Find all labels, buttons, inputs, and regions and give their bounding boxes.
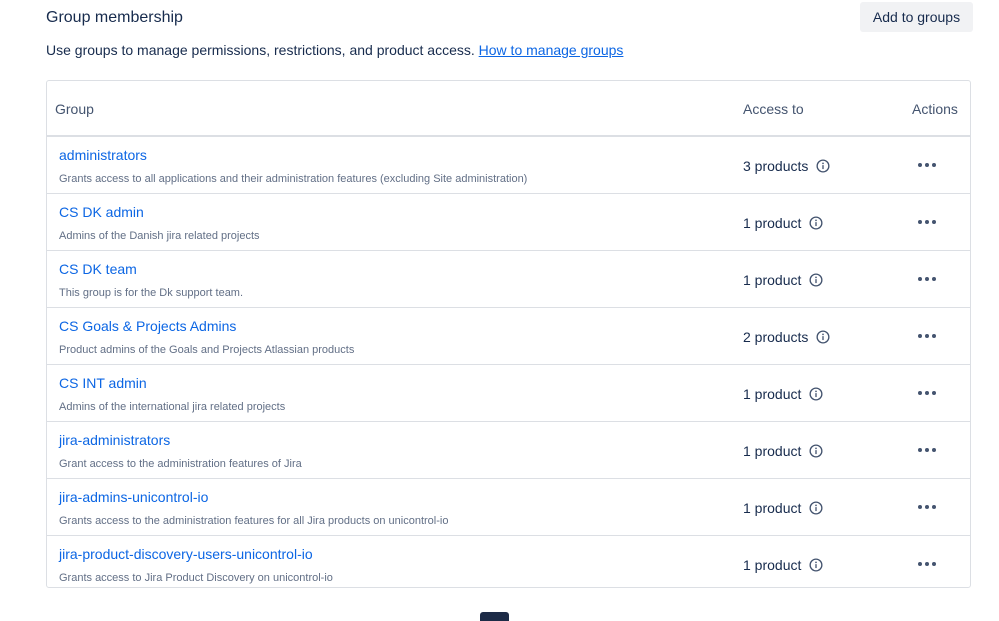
access-count: 1 product: [743, 272, 802, 288]
group-name-link[interactable]: CS INT admin: [59, 374, 147, 392]
access-count: 1 product: [743, 215, 802, 231]
info-icon[interactable]: [809, 387, 823, 401]
table-row: administrators Grants access to all appl…: [47, 137, 970, 194]
info-icon[interactable]: [809, 444, 823, 458]
group-name-link[interactable]: CS Goals & Projects Admins: [59, 317, 236, 335]
info-icon[interactable]: [809, 273, 823, 287]
more-actions-icon[interactable]: [910, 496, 944, 518]
access-cell: 1 product: [743, 442, 823, 460]
table-row: CS DK admin Admins of the Danish jira re…: [47, 194, 970, 251]
access-count: 1 product: [743, 443, 802, 459]
more-actions-icon[interactable]: [910, 154, 944, 176]
group-description: This group is for the Dk support team.: [59, 287, 244, 299]
group-name-link[interactable]: administrators: [59, 146, 147, 164]
group-name-link[interactable]: jira-product-discovery-users-unicontrol-…: [59, 545, 313, 563]
table-header: Group Access to Actions: [47, 81, 970, 137]
group-name-link[interactable]: jira-administrators: [59, 431, 170, 449]
group-description: Grants access to Jira Product Discovery …: [59, 572, 333, 584]
table-row: CS DK team This group is for the Dk supp…: [47, 251, 970, 308]
table-row: CS Goals & Projects Admins Product admin…: [47, 308, 970, 365]
access-count: 1 product: [743, 386, 802, 402]
more-actions-icon[interactable]: [910, 325, 944, 347]
more-actions-icon[interactable]: [910, 382, 944, 404]
access-count: 3 products: [743, 158, 809, 174]
info-icon[interactable]: [809, 558, 823, 572]
how-to-manage-groups-link[interactable]: How to manage groups: [479, 42, 624, 58]
column-header-access[interactable]: Access to: [743, 100, 804, 118]
access-cell: 2 products: [743, 328, 830, 346]
info-icon[interactable]: [809, 501, 823, 515]
access-cell: 1 product: [743, 385, 823, 403]
group-description: Grants access to all applications and th…: [59, 173, 528, 185]
group-name-link[interactable]: jira-admins-unicontrol-io: [59, 488, 208, 506]
table-row: CS INT admin Admins of the international…: [47, 365, 970, 422]
group-description: Grants access to the administration feat…: [59, 515, 449, 527]
groups-table: Group Access to Actions administrators G…: [46, 80, 971, 588]
more-actions-icon[interactable]: [910, 553, 944, 575]
pagination-current-page[interactable]: [480, 612, 509, 621]
access-count: 1 product: [743, 557, 802, 573]
info-icon[interactable]: [816, 159, 830, 173]
add-to-groups-button[interactable]: Add to groups: [860, 2, 973, 32]
group-description: Product admins of the Goals and Projects…: [59, 344, 355, 356]
more-actions-icon[interactable]: [910, 211, 944, 233]
more-actions-icon[interactable]: [910, 439, 944, 461]
group-name-link[interactable]: CS DK admin: [59, 203, 144, 221]
group-name-link[interactable]: CS DK team: [59, 260, 137, 278]
table-row: jira-product-discovery-users-unicontrol-…: [47, 536, 970, 587]
info-icon[interactable]: [809, 216, 823, 230]
group-description: Admins of the international jira related…: [59, 401, 286, 413]
info-icon[interactable]: [816, 330, 830, 344]
access-cell: 1 product: [743, 271, 823, 289]
table-row: jira-admins-unicontrol-io Grants access …: [47, 479, 970, 536]
column-header-actions: Actions: [912, 101, 958, 117]
access-count: 1 product: [743, 500, 802, 516]
access-cell: 1 product: [743, 214, 823, 232]
table-row: jira-administrators Grant access to the …: [47, 422, 970, 479]
more-actions-icon[interactable]: [910, 268, 944, 290]
description-text: Use groups to manage permissions, restri…: [46, 42, 475, 58]
group-description: Grant access to the administration featu…: [59, 458, 302, 470]
section-description: Use groups to manage permissions, restri…: [46, 41, 623, 59]
access-cell: 3 products: [743, 157, 830, 175]
access-cell: 1 product: [743, 499, 823, 517]
group-description: Admins of the Danish jira related projec…: [59, 230, 260, 242]
access-cell: 1 product: [743, 556, 823, 574]
column-header-group[interactable]: Group: [55, 100, 94, 118]
section-title: Group membership: [46, 9, 183, 26]
access-count: 2 products: [743, 329, 809, 345]
